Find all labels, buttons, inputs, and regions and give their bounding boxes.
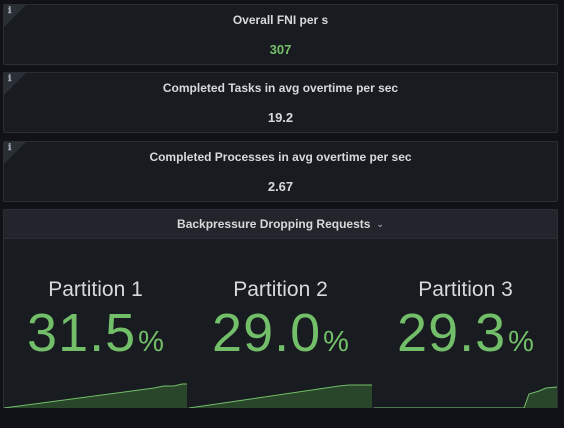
gauge-unit: % bbox=[138, 326, 164, 358]
row-title: Backpressure Dropping Requests bbox=[177, 217, 371, 231]
gauge-partition-3[interactable]: Partition 3 29.3% bbox=[374, 240, 557, 408]
gauge-number: 31.5 bbox=[27, 303, 137, 363]
panel-value: 2.67 bbox=[267, 179, 294, 194]
gauge-title: Partition 1 bbox=[48, 278, 143, 301]
gauge-value: 31.5% bbox=[4, 302, 187, 364]
sparkline bbox=[189, 384, 372, 408]
gauge-number: 29.3 bbox=[397, 303, 507, 363]
panel-title: Completed Processes in avg overtime per … bbox=[149, 150, 412, 164]
row-header[interactable]: Backpressure Dropping Requests ⌄ bbox=[4, 210, 557, 239]
gauge-value: 29.3% bbox=[374, 302, 557, 364]
gauge-partition-2[interactable]: Partition 2 29.0% bbox=[189, 240, 372, 408]
row-backpressure: Backpressure Dropping Requests ⌄ Partitio… bbox=[3, 209, 558, 408]
panel-overall-fni[interactable]: ℹ Overall FNI per s 307 bbox=[3, 4, 558, 65]
sparkline-fill bbox=[189, 385, 372, 408]
panel-completed-processes[interactable]: ℹ Completed Processes in avg overtime pe… bbox=[3, 141, 558, 202]
chevron-down-icon[interactable]: ⌄ bbox=[376, 210, 384, 239]
sparkline bbox=[374, 386, 557, 408]
gauge-unit: % bbox=[323, 326, 349, 358]
gauge-number: 29.0 bbox=[212, 303, 322, 363]
dashboard: ℹ Overall FNI per s 307 ℹ Completed Task… bbox=[0, 0, 564, 428]
gauge-unit: % bbox=[508, 326, 534, 358]
sparkline bbox=[4, 383, 187, 408]
gauge-title: Partition 3 bbox=[418, 278, 513, 301]
panel-completed-tasks[interactable]: ℹ Completed Tasks in avg overtime per se… bbox=[3, 72, 558, 133]
gauge-value: 29.0% bbox=[189, 302, 372, 364]
sparkline-fill bbox=[374, 387, 557, 408]
panel-title: Completed Tasks in avg overtime per sec bbox=[162, 81, 399, 95]
panel-value: 307 bbox=[269, 42, 292, 57]
gauge-partition-1[interactable]: Partition 1 31.5% bbox=[4, 240, 187, 408]
panel-title: Overall FNI per s bbox=[232, 13, 329, 27]
gauge-title: Partition 2 bbox=[233, 278, 328, 301]
panel-value: 19.2 bbox=[267, 110, 294, 125]
